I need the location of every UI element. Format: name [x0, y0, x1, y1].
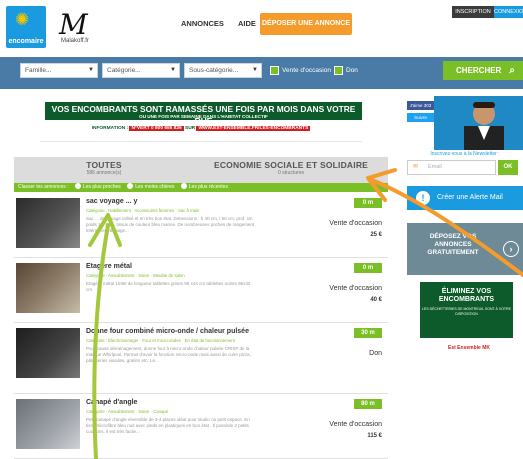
tab-eco-count: 0 structures [277, 170, 305, 176]
listing-distance: 30 m [354, 328, 382, 338]
encomaire-logo[interactable]: ✺ encomaire [6, 6, 46, 48]
sort-option-cheres[interactable]: Les moins chères [135, 184, 174, 190]
don-label: Don [346, 67, 358, 74]
banner-numero-vert: N°VERT 0 800 655 826 [129, 126, 184, 131]
chevron-right-icon: › [503, 241, 519, 257]
listing-type: Vente d'occasion [329, 421, 382, 428]
twitter-follow-button[interactable]: Suivre [407, 113, 434, 122]
famille-select[interactable]: Famille... ▼ [20, 63, 98, 78]
tab-toutes-count: 586 annonce(s) [86, 170, 122, 176]
tab-toutes[interactable]: TOUTES 586 annonce(s) [14, 157, 194, 183]
deposit-label: DÉPOSEZ VOS ANNONCES GRATUITEMENT [427, 233, 479, 256]
info-icon: ! [416, 191, 430, 205]
sort-label: Classer les annonces : [18, 184, 69, 190]
listing-distance: 0 m [354, 263, 382, 273]
eliminez-banner[interactable]: ÉLIMINEZ VOS ENCOMBRANTS LES DÉCHETTERIE… [420, 282, 513, 338]
listing-type: Don [369, 350, 382, 357]
listing-item[interactable]: Donne four combiné micro-onde / chaleur … [14, 324, 388, 394]
partner-logos: Est Ensemble MK [448, 345, 490, 351]
listing-description: Pour cause déménagement, donne four à mi… [86, 346, 251, 363]
eliminez-sub: LES DÉCHETTERIES DE MONTREUIL SONT À VOT… [422, 307, 511, 316]
listing-thumbnail[interactable] [16, 399, 80, 449]
listing-type: Vente d'occasion [329, 220, 382, 227]
sous-categorie-select-value: Sous-catégorie... [189, 67, 239, 74]
banner-sub-text: OU UNE FOIS PAR SEMAINE DANS L'HABITAT C… [139, 114, 268, 119]
famille-select-value: Famille... [25, 67, 52, 74]
listing-title[interactable]: Canapé d'angle [86, 399, 137, 406]
newsletter-ok-button[interactable]: OK [498, 160, 518, 175]
logo-mk-sub: Malakoff.fr [61, 38, 89, 44]
banner-info-a: INFORMATION : [91, 126, 129, 131]
listing-type: Vente d'occasion [329, 285, 382, 292]
listing-price: 25 € [370, 232, 382, 238]
facebook-like-button[interactable]: J'aime 303 [407, 101, 434, 110]
listing-description: Petit canapé d'angle réversible de 3-4 p… [86, 417, 250, 434]
listing-price: 40 € [370, 297, 382, 303]
listing-description: Etagère métal 1m80 de longueur tablettes… [86, 281, 251, 292]
listing-thumbnail[interactable] [16, 198, 80, 248]
create-alert-button[interactable]: ! Créer une Alerte Mail [407, 186, 523, 210]
radio-icon[interactable] [180, 183, 187, 189]
inscription-button[interactable]: INSCRIPTION [452, 6, 494, 18]
speaker-illustration [434, 96, 523, 150]
encombrants-banner[interactable]: VOS ENCOMBRANTS SONT RAMASSÉS UNE FOIS P… [40, 100, 362, 142]
listing-distance: 0 m [354, 198, 382, 208]
don-checkbox[interactable] [334, 66, 343, 75]
sort-option-proches[interactable]: Les plus proches [83, 184, 121, 190]
sous-categorie-select[interactable]: Sous-catégorie... ▼ [184, 63, 262, 78]
chevron-down-icon: ▼ [88, 67, 94, 73]
sort-option-recentes[interactable]: Les plus récentes [189, 184, 228, 190]
occasion-checkbox[interactable] [270, 66, 279, 75]
banner-info-c: SUR [185, 126, 196, 131]
listing-category: Catégorie : Ameublement · Salon · Meuble… [86, 273, 185, 278]
listing-distance: 80 m [354, 399, 382, 409]
malakoff-logo[interactable]: M Malakoff.fr [55, 8, 125, 48]
listing-description: Sac ... de voyage utilisé et en très bon… [86, 216, 255, 233]
nav-annonces[interactable]: ANNONCES [181, 19, 224, 28]
envelope-icon: ✉ [413, 164, 419, 170]
chevron-down-icon: ▼ [170, 67, 176, 73]
banner-website: WWW.EST-ENSEMBLE.FR/LES-ENCOMBRANTS [196, 126, 311, 131]
tab-toutes-title: TOUTES [86, 160, 122, 170]
search-icon: ⌕ [509, 65, 515, 76]
radio-icon[interactable] [74, 183, 81, 189]
connexion-button[interactable]: CONNEXION [494, 6, 523, 18]
email-placeholder: Email [428, 164, 442, 170]
listing-thumbnail[interactable] [16, 328, 80, 378]
listing-thumbnail[interactable] [16, 263, 80, 313]
post-ad-button[interactable]: DÉPOSER UNE ANNONCE [260, 13, 352, 35]
speaker-video[interactable] [434, 96, 523, 150]
deposit-ads-banner[interactable]: DÉPOSEZ VOS ANNONCES GRATUITEMENT › [407, 223, 523, 275]
eliminez-title: ÉLIMINEZ VOS ENCOMBRANTS [438, 288, 495, 303]
listing-category: Catégorie : Ameublement · Salon · Canapé [86, 409, 169, 414]
email-field[interactable]: ✉ Email [407, 160, 496, 175]
listing-item[interactable]: sac voyage ... y Catégorie : Habillement… [14, 194, 388, 258]
listing-category: Catégorie : Habillement · Accessoires fe… [86, 208, 200, 213]
search-button-label: CHERCHER [456, 66, 502, 75]
logo-left-text: encomaire [8, 38, 44, 45]
radio-icon[interactable] [127, 183, 134, 189]
listing-price: 115 € [367, 433, 382, 439]
listing-title[interactable]: Donne four combiné micro-onde / chaleur … [86, 328, 249, 335]
chevron-down-icon: ▼ [252, 67, 258, 73]
listing-category: Catégorie : Électroménager · Four et mic… [86, 338, 235, 343]
listing-title[interactable]: sac voyage ... y [86, 198, 137, 205]
occasion-label: Vente d'occasion [282, 67, 331, 74]
banner-info: INFORMATION : N°VERT 0 800 655 826 SUR W… [40, 126, 362, 131]
listing-tabs: TOUTES 586 annonce(s) ECONOMIE SOCIALE E… [14, 157, 388, 183]
nav-aide[interactable]: AIDE [238, 19, 256, 28]
categorie-select[interactable]: Catégorie... ▼ [102, 63, 180, 78]
categorie-select-value: Catégorie... [107, 67, 141, 74]
sort-bar: Classer les annonces : Les plus proches … [14, 183, 388, 192]
sun-icon: ✺ [15, 10, 30, 29]
listing-item[interactable]: Canapé d'angle Catégorie : Ameublement ·… [14, 395, 388, 459]
create-alert-label: Créer une Alerte Mail [437, 194, 503, 201]
search-button[interactable]: CHERCHER ⌕ [443, 61, 523, 80]
logo-mk-letter: M [59, 8, 88, 41]
listing-item[interactable]: Etagère métal Catégorie : Ameublement · … [14, 259, 388, 323]
newsletter-label: Inscrivez-vous à la Newsletter : [430, 151, 500, 157]
listing-title[interactable]: Etagère métal [86, 263, 132, 270]
tab-economie-sociale[interactable]: ECONOMIE SOCIALE ET SOLIDAIRE 0 structur… [194, 157, 388, 183]
tab-eco-title: ECONOMIE SOCIALE ET SOLIDAIRE [213, 160, 369, 170]
